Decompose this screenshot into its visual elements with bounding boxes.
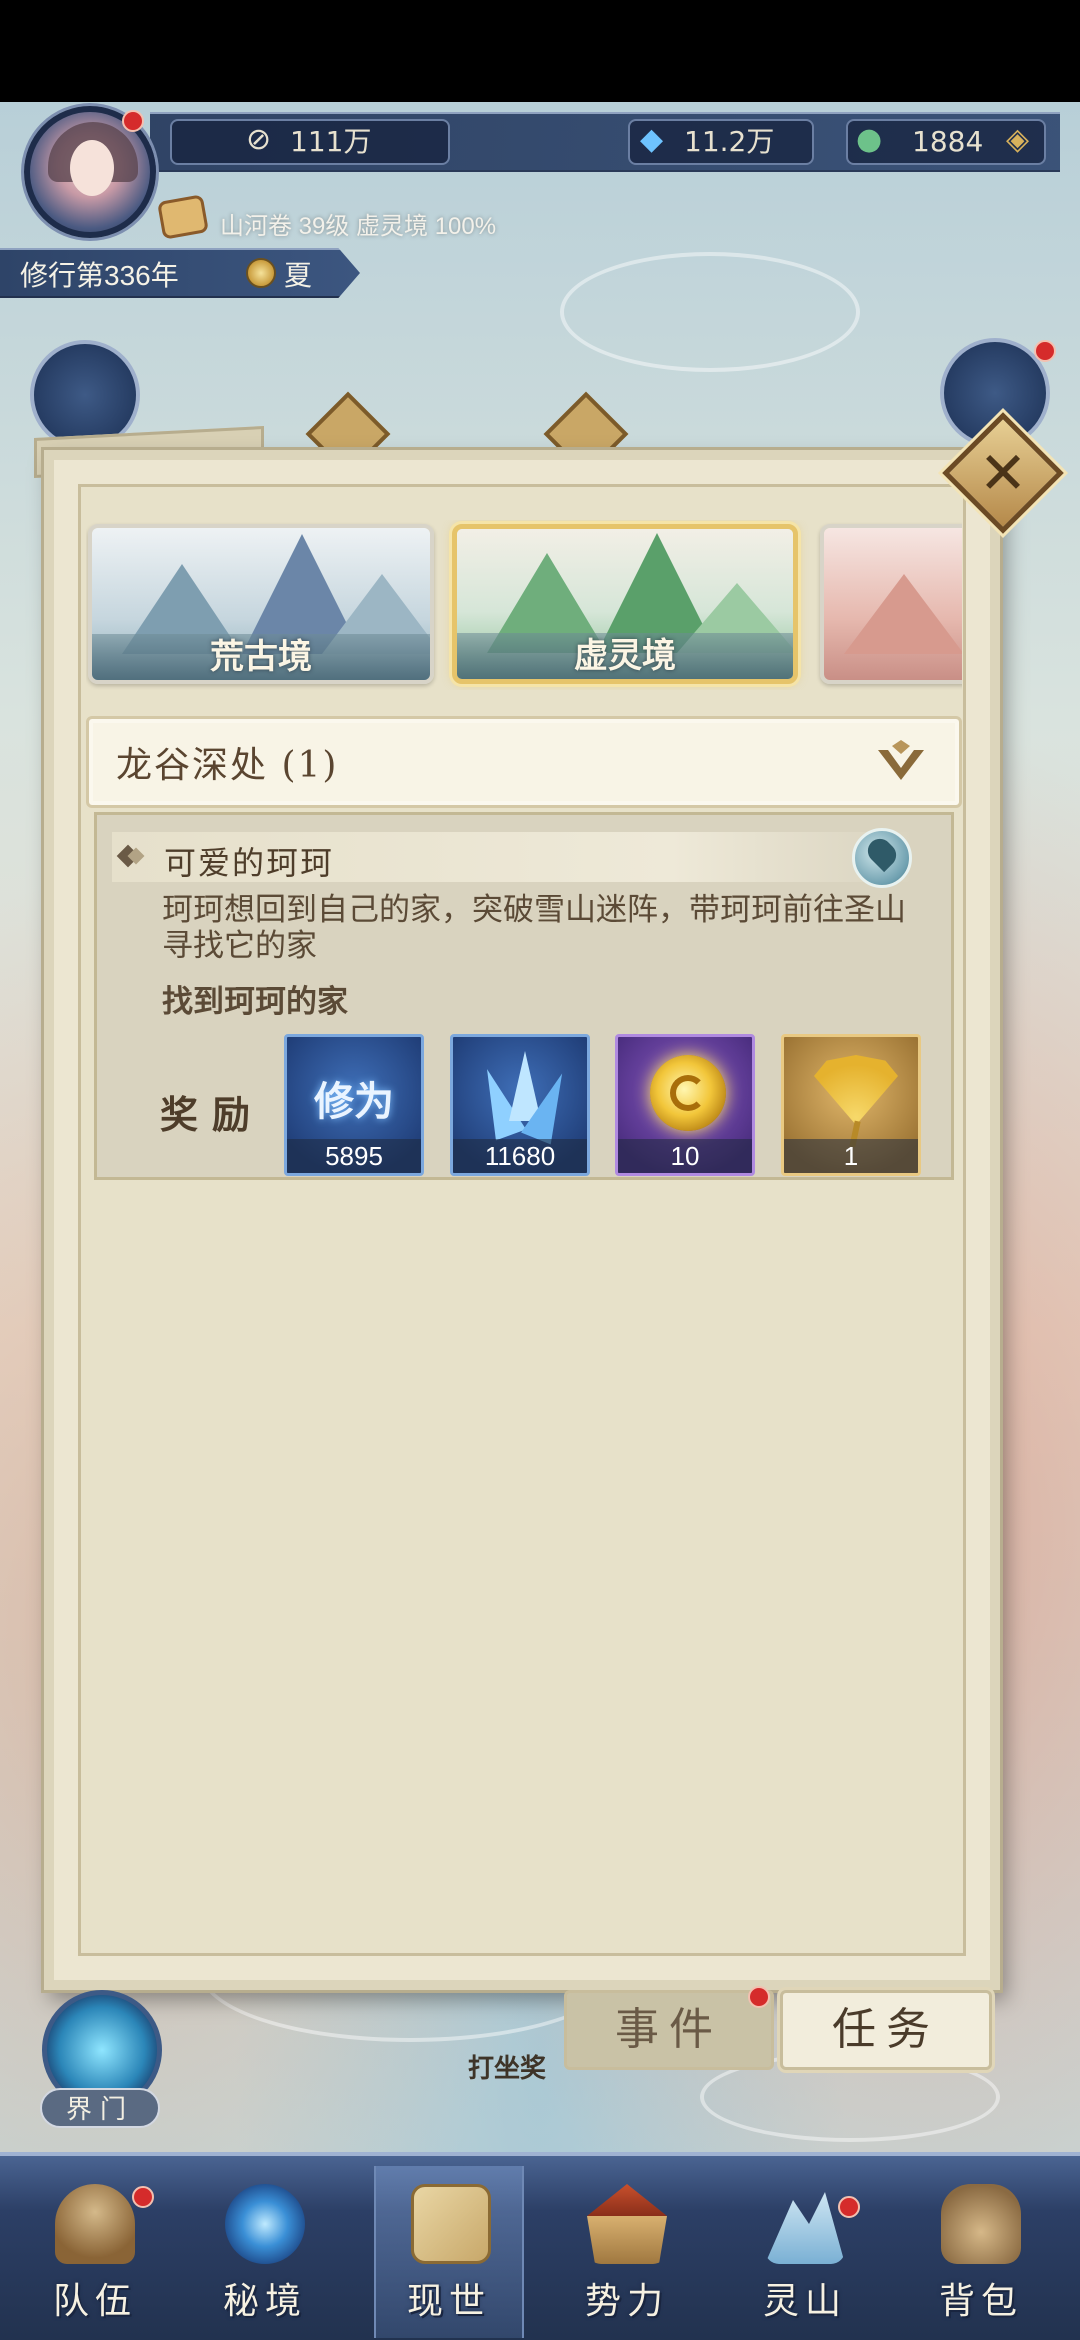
chevron-down-icon[interactable] [874,740,928,786]
spirit-mountain-badge [838,2196,860,2218]
area-title: 龙谷深处 (1) [116,745,339,786]
reward-label: 奖励 [160,1093,265,1137]
world-map-icon [411,2184,491,2264]
backpack-icon [941,2184,1021,2264]
portal-label[interactable]: 界门 [40,2088,160,2128]
jade-value: 1884 [912,125,984,158]
nav-label: 秘境 [222,2281,307,2322]
tab-event[interactable]: 事件 [564,1990,774,2070]
nav-item-world[interactable]: 现世 [374,2166,524,2338]
event-badge [748,1986,770,2008]
reward-quantity: 1 [784,1139,918,1173]
faction-icon [587,2184,667,2264]
reward-item-xiuwei[interactable]: 修为 5895 [284,1034,424,1176]
realm-card-xuling[interactable]: 虚灵境 [452,524,798,684]
realm-label: 荒古境 [92,634,430,680]
spirit-stone-icon: ◆ [640,122,664,157]
add-jade-icon[interactable]: ◈ [1006,119,1029,161]
jade-icon: ● [856,122,883,157]
combat-power-display: ⊘ 111万 [170,119,450,165]
status-bar [0,0,1080,102]
spirit-stone-display: ◆ 11.2万 [628,119,814,165]
map-right-badge [1034,340,1056,362]
nav-item-faction[interactable]: 势力 [552,2166,702,2338]
nav-label: 势力 [584,2281,669,2322]
xiuwei-icon: 修为 [314,1078,394,1125]
reward-item-crystal[interactable]: 11680 [450,1034,590,1176]
nav-label: 现世 [406,2281,491,2322]
scroll-icon[interactable] [157,194,209,240]
secret-realm-icon [225,2184,305,2264]
reward-item-leaf[interactable]: 1 [781,1034,921,1176]
combat-power-value: 111万 [290,125,372,158]
reward-item-orb[interactable]: 10 [615,1034,755,1176]
reward-quantity: 10 [618,1139,752,1173]
team-icon [55,2184,135,2264]
spirit-stone-value: 11.2万 [684,125,775,158]
nav-item-backpack[interactable]: 背包 [906,2166,1056,2338]
combat-power-icon: ⊘ [246,122,272,157]
season-label: 夏 [284,259,313,292]
realm-card-next[interactable] [820,524,962,684]
spirit-mountain-icon [765,2192,845,2264]
avatar-badge [122,110,144,132]
team-badge [132,2186,154,2208]
close-icon[interactable]: ✕ [960,430,1046,516]
reward-quantity: 11680 [453,1139,587,1173]
nav-item-secret-realm[interactable]: 秘境 [190,2166,340,2338]
realm-label: 虚灵境 [457,633,793,679]
realm-card-huanggu[interactable]: 荒古境 [88,524,434,684]
cultivation-info: 山河卷 39级 虚灵境 100% [220,213,497,240]
season-icon [246,258,276,288]
cultivation-year: 修行第336年 [20,260,179,291]
quest-description: 珂珂想回到自己的家，突破雪山迷阵，带珂珂前往圣山寻找它的家 [162,892,906,963]
quest-title: 可爱的珂珂 [164,844,335,882]
reward-quantity: 5895 [287,1139,421,1173]
nav-label: 灵山 [762,2281,847,2322]
quest-goal: 找到珂珂的家 [162,984,348,1019]
jade-display: ● 1884 ◈ [846,119,1046,165]
realm-selector: 荒古境 虚灵境 [86,520,962,690]
tab-task[interactable]: 任务 [780,1990,992,2070]
nav-item-spirit-mountain[interactable]: 灵山 [730,2166,880,2338]
nav-label: 背包 [938,2281,1023,2322]
nav-label: 队伍 [52,2281,137,2322]
meditate-reward-label[interactable]: 打坐奖 [468,2048,546,2085]
